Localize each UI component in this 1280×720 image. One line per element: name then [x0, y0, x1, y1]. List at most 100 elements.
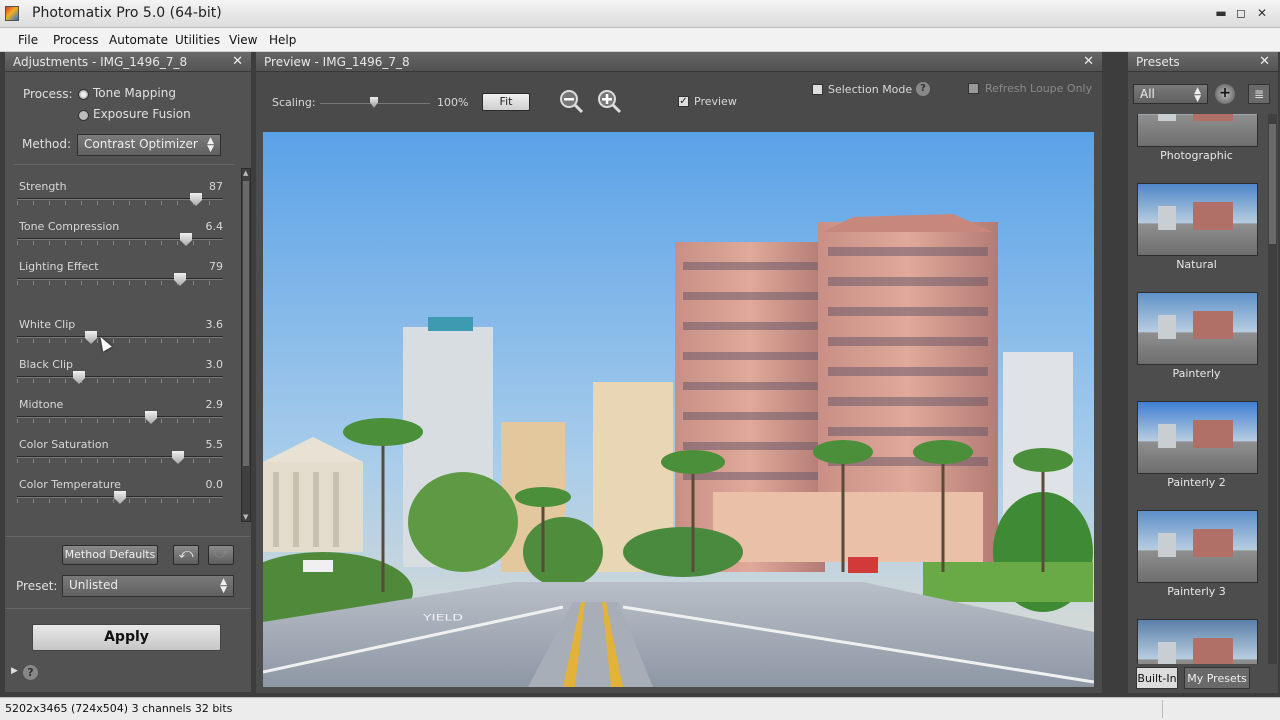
presets-filter-value: All: [1140, 87, 1155, 101]
slider-row: Tone Compression 6.4: [15, 220, 227, 256]
add-preset-icon[interactable]: +: [1215, 84, 1235, 104]
maximize-button[interactable]: ◻: [1232, 4, 1250, 22]
selection-help-icon[interactable]: ?: [916, 82, 930, 96]
presets-filter-select[interactable]: All ▲ ▼: [1133, 84, 1208, 104]
menu-utilities[interactable]: Utilities: [175, 33, 220, 47]
thumbnail-building: [1158, 642, 1176, 664]
preset-name[interactable]: Natural: [1136, 258, 1257, 271]
thumbnail-building: [1193, 420, 1233, 448]
expand-arrow-icon[interactable]: ▶: [11, 666, 18, 676]
slider-ticks: [17, 281, 223, 285]
divider: [13, 164, 235, 165]
slider-label: Black Clip: [19, 358, 74, 371]
adjustments-scrollbar[interactable]: ▲ ▼: [241, 168, 251, 522]
preset-name[interactable]: Painterly 3: [1136, 585, 1257, 598]
close-presets-icon[interactable]: ✕: [1259, 54, 1270, 69]
preview-checkbox-label[interactable]: Preview: [694, 95, 737, 108]
preset-select[interactable]: Unlisted ▲ ▼: [62, 575, 234, 597]
fit-button[interactable]: Fit: [482, 93, 530, 111]
slider-value: 3.6: [205, 318, 224, 331]
method-select[interactable]: Contrast Optimizer ▲ ▼: [77, 134, 221, 156]
thumbnail-building: [1193, 311, 1233, 339]
presets-header: Presets ✕: [1128, 52, 1278, 72]
select-arrows-icon: ▲ ▼: [1194, 86, 1201, 104]
exposure-fusion-label[interactable]: Exposure Fusion: [93, 107, 191, 121]
menu-bar: File Process Automate Utilities View Hel…: [0, 28, 1280, 52]
slider-track[interactable]: [17, 238, 223, 240]
scroll-thumb[interactable]: [1269, 124, 1276, 244]
window-title: Photomatix Pro 5.0 (64-bit): [32, 5, 222, 21]
list-view-icon[interactable]: ≣: [1248, 84, 1270, 104]
preset-value: Unlisted: [69, 578, 119, 592]
preset-thumbnail[interactable]: [1137, 619, 1258, 664]
slider-track[interactable]: [17, 376, 223, 378]
refresh-loupe-checkbox[interactable]: [968, 83, 979, 94]
thumbnail-building: [1158, 315, 1176, 339]
tab-built-in[interactable]: Built-In: [1136, 667, 1178, 689]
menu-process[interactable]: Process: [53, 33, 99, 47]
scaling-value: 100%: [437, 96, 469, 109]
road-marking-text: YIELD: [422, 612, 463, 622]
selection-mode-checkbox[interactable]: [812, 84, 823, 95]
adjustments-title: Adjustments - IMG_1496_7_8: [13, 55, 188, 69]
preset-name[interactable]: Painterly 2: [1136, 476, 1257, 489]
scroll-down-icon[interactable]: ▼: [243, 513, 248, 521]
tone-mapping-radio[interactable]: [78, 89, 89, 100]
menu-view[interactable]: View: [229, 33, 257, 47]
scroll-thumb[interactable]: [243, 181, 249, 466]
close-window-button[interactable]: ✕: [1253, 4, 1271, 22]
slider-track[interactable]: [17, 416, 223, 418]
slider-row: Lighting Effect 79: [15, 260, 227, 296]
apply-button[interactable]: Apply: [32, 624, 221, 651]
preset-thumbnail[interactable]: [1137, 292, 1258, 365]
refresh-loupe-label[interactable]: Refresh Loupe Only: [985, 82, 1092, 95]
tab-my-presets[interactable]: My Presets: [1184, 667, 1250, 689]
preset-thumbnail[interactable]: [1137, 510, 1258, 583]
thumbnail-building: [1158, 206, 1176, 230]
slider-label: White Clip: [19, 318, 76, 331]
scaling-label: Scaling:: [272, 96, 316, 109]
slider-ticks: [17, 459, 223, 463]
title-bar: Photomatix Pro 5.0 (64-bit) ▬ ◻ ✕: [0, 0, 1280, 28]
presets-scrollbar[interactable]: [1268, 114, 1277, 664]
selection-mode-label[interactable]: Selection Mode: [828, 83, 912, 96]
method-defaults-button[interactable]: Method Defaults: [62, 545, 158, 565]
slider-track[interactable]: [17, 336, 223, 338]
close-adjustments-icon[interactable]: ✕: [232, 54, 243, 69]
preview-header: Preview - IMG_1496_7_8 ✕: [256, 52, 1102, 72]
select-arrows-icon: ▲ ▼: [207, 136, 214, 154]
preset-thumbnail[interactable]: [1137, 401, 1258, 474]
close-preview-icon[interactable]: ✕: [1083, 54, 1094, 69]
thumbnail-building: [1158, 533, 1176, 557]
scroll-up-icon[interactable]: ▲: [243, 169, 248, 177]
zoom-out-icon[interactable]: [558, 88, 584, 114]
redo-button[interactable]: ⤻: [208, 545, 234, 565]
scaling-thumb[interactable]: [370, 97, 378, 108]
zoom-in-icon[interactable]: [596, 88, 622, 114]
preview-image[interactable]: YIELD: [263, 132, 1094, 687]
divider: [1162, 700, 1163, 718]
menu-file[interactable]: File: [18, 33, 38, 47]
help-icon[interactable]: ?: [23, 665, 38, 680]
menu-automate[interactable]: Automate: [109, 33, 168, 47]
presets-panel: Presets ✕ All ▲ ▼ + ≣ Photographic Natural…: [1128, 52, 1278, 693]
preview-checkbox[interactable]: ✓: [678, 96, 689, 107]
tone-mapping-label[interactable]: Tone Mapping: [93, 86, 176, 100]
slider-label: Color Saturation: [19, 438, 109, 451]
slider-ticks: [17, 379, 223, 383]
slider-ticks: [17, 419, 223, 423]
preset-name[interactable]: Painterly: [1136, 367, 1257, 380]
preset-thumbnail[interactable]: [1137, 114, 1258, 147]
preset-name[interactable]: Photographic: [1136, 149, 1257, 162]
undo-button[interactable]: ⤺: [173, 545, 199, 565]
preset-thumbnail[interactable]: [1137, 183, 1258, 256]
exposure-fusion-radio[interactable]: [78, 110, 89, 121]
slider-track[interactable]: [17, 278, 223, 280]
slider-row: White Clip 3.6: [15, 318, 227, 354]
slider-value: 6.4: [205, 220, 224, 233]
slider-label: Color Temperature: [19, 478, 121, 491]
status-text: 5202x3465 (724x504) 3 channels 32 bits: [5, 702, 233, 715]
minimize-button[interactable]: ▬: [1212, 4, 1230, 22]
menu-help[interactable]: Help: [269, 33, 296, 47]
slider-track[interactable]: [17, 456, 223, 458]
